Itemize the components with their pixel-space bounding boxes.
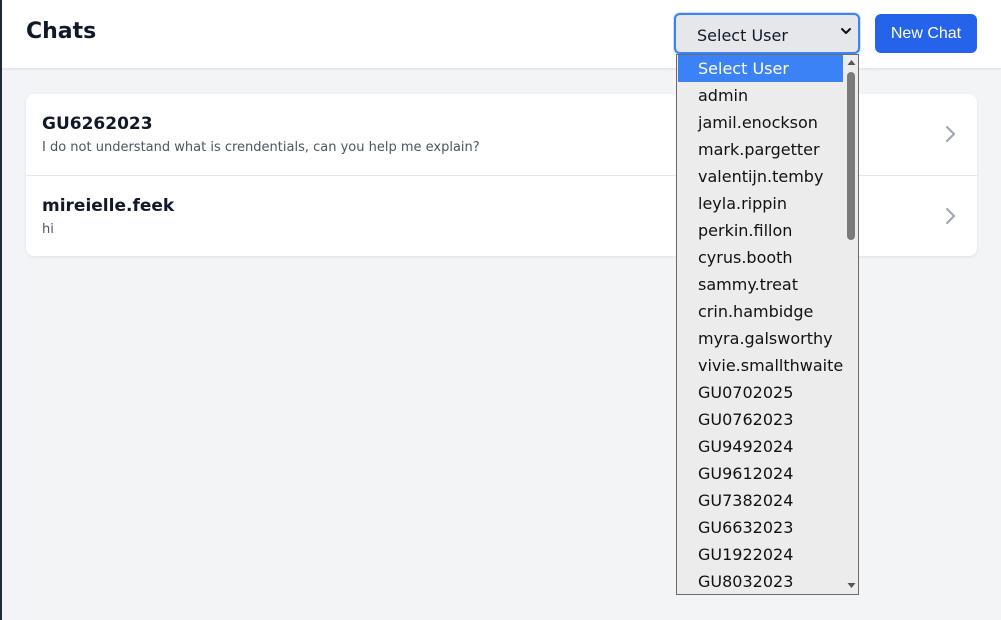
user-option[interactable]: leyla.rippin — [678, 190, 843, 217]
chevron-right-icon — [946, 126, 955, 142]
dropdown-scrollbar[interactable] — [844, 55, 858, 594]
chat-preview: hi — [42, 222, 54, 237]
user-option[interactable]: perkin.fillon — [678, 217, 843, 244]
new-chat-button[interactable]: New Chat — [875, 14, 977, 53]
user-select[interactable]: Select User — [674, 13, 860, 54]
user-option[interactable]: jamil.enockson — [678, 109, 843, 136]
user-option[interactable]: myra.galsworthy — [678, 325, 843, 352]
user-option[interactable]: vivie.smallthwaite — [678, 352, 843, 379]
user-option[interactable]: GU9612024 — [678, 460, 843, 487]
chevron-right-icon — [946, 208, 955, 224]
user-option[interactable]: admin — [678, 82, 843, 109]
user-option[interactable]: GU9492024 — [678, 433, 843, 460]
page-title: Chats — [26, 19, 97, 44]
scrollbar-thumb[interactable] — [847, 72, 855, 240]
window-edge — [0, 0, 2, 620]
chevron-down-icon — [841, 28, 851, 34]
user-option[interactable]: sammy.treat — [678, 271, 843, 298]
chat-name: GU6262023 — [42, 114, 153, 134]
scroll-down-arrow-icon[interactable] — [847, 581, 856, 590]
user-option[interactable]: GU0762023 — [678, 406, 843, 433]
user-option[interactable]: GU0702025 — [678, 379, 843, 406]
user-option[interactable]: crin.hambidge — [678, 298, 843, 325]
user-option[interactable]: GU6632023 — [678, 514, 843, 541]
user-option[interactable]: GU8032023 — [678, 568, 843, 594]
scroll-up-arrow-icon[interactable] — [847, 58, 856, 67]
user-option[interactable]: Select User — [678, 55, 843, 82]
user-option[interactable]: mark.pargetter — [678, 136, 843, 163]
user-select-dropdown[interactable]: Select User admin jamil.enockson mark.pa… — [676, 54, 859, 595]
chat-name: mireielle.feek — [42, 196, 175, 216]
user-option[interactable]: valentijn.temby — [678, 163, 843, 190]
user-option[interactable]: GU1922024 — [678, 541, 843, 568]
chat-preview: I do not understand what is crendentials… — [42, 140, 480, 155]
user-option[interactable]: cyrus.booth — [678, 244, 843, 271]
user-select-value: Select User — [697, 26, 788, 45]
user-option[interactable]: GU7382024 — [678, 487, 843, 514]
